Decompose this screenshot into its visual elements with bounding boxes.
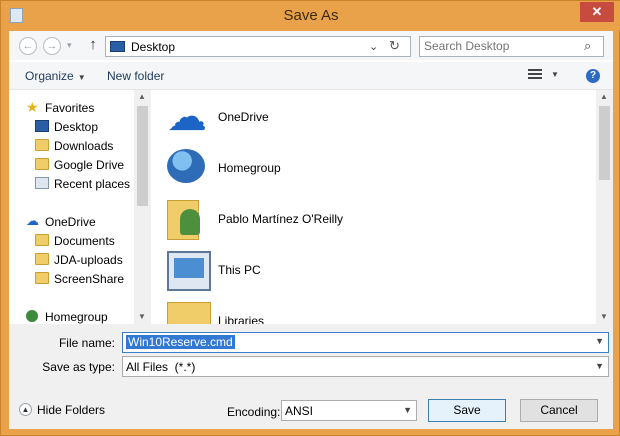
folder-icon <box>35 272 49 284</box>
list-item[interactable]: Homegroup <box>167 147 587 193</box>
nav-item-favorites[interactable]: ★ Favorites <box>9 99 134 117</box>
hide-folders-button[interactable]: ▲ Hide Folders <box>19 401 119 419</box>
save-as-type-value: All Files (*.*) <box>126 360 196 374</box>
encoding-select[interactable]: ANSI ▼ <box>281 400 417 421</box>
nav-item-label: OneDrive <box>45 215 96 229</box>
chevron-up-icon: ▲ <box>19 403 32 416</box>
nav-item-label: Downloads <box>54 139 114 153</box>
navigation-pane: ★ Favorites Desktop Downloads Google Dri… <box>9 90 151 324</box>
folder-icon <box>35 253 49 265</box>
list-item[interactable]: This PC <box>167 249 587 295</box>
nav-item-label: Documents <box>54 234 115 248</box>
nav-item-label: Favorites <box>45 101 95 115</box>
nav-item-label: Recent places <box>54 177 131 191</box>
list-item-label: OneDrive <box>218 110 269 124</box>
address-location[interactable]: Desktop <box>131 40 175 54</box>
encoding-label: Encoding: <box>227 405 281 419</box>
libraries-icon <box>167 302 211 324</box>
save-as-type-select[interactable]: All Files (*.*) ▼ <box>122 356 609 377</box>
scroll-thumb[interactable] <box>137 106 148 206</box>
file-name-value[interactable]: Win10Reserve.cmd <box>126 335 235 349</box>
close-button[interactable]: ✕ <box>580 2 614 22</box>
encoding-value: ANSI <box>285 404 314 418</box>
nav-item-label: Desktop <box>54 120 99 134</box>
scroll-up-icon[interactable]: ▲ <box>138 92 146 101</box>
list-item-label: Homegroup <box>218 161 281 175</box>
dialog-body: ← → ▾ ↑ Desktop ⌄ ↻ ⌕ Organize▼ New fold… <box>9 31 613 429</box>
save-button[interactable]: Save <box>428 399 506 422</box>
back-button[interactable]: ← <box>19 37 37 55</box>
nav-item-documents[interactable]: Documents <box>9 232 134 250</box>
file-list-scrollbar[interactable]: ▲ ▼ <box>596 90 613 324</box>
folder-icon <box>35 234 49 246</box>
folder-icon <box>35 139 49 151</box>
save-form: File name: Win10Reserve.cmd ▼ Save as ty… <box>9 324 613 429</box>
save-as-type-label: Save as type: <box>42 360 115 374</box>
chevron-down-icon[interactable]: ▼ <box>595 336 604 346</box>
nav-item-screenshare[interactable]: ScreenShare <box>9 270 134 288</box>
file-name-field[interactable]: Win10Reserve.cmd ▼ <box>122 332 609 353</box>
nav-pane-scrollbar[interactable]: ▲ ▼ <box>134 90 151 324</box>
desktop-icon <box>110 41 125 52</box>
view-options-dropdown[interactable]: ▼ <box>551 70 559 79</box>
change-view-icon[interactable] <box>528 69 542 81</box>
nav-item-label: Google Drive <box>54 158 125 172</box>
list-item[interactable]: ☁ OneDrive <box>167 96 587 142</box>
new-folder-button[interactable]: New folder <box>107 69 164 83</box>
forward-button[interactable]: → <box>43 37 61 55</box>
scroll-down-icon[interactable]: ▼ <box>600 312 608 321</box>
nav-item-label: Homegroup <box>45 310 108 324</box>
organize-label: Organize <box>25 69 74 83</box>
nav-item-downloads[interactable]: Downloads <box>9 137 134 155</box>
list-item[interactable]: Libraries <box>167 300 587 324</box>
list-item[interactable]: Pablo Martínez O'Reilly <box>167 198 587 244</box>
title-bar: Save As ✕ <box>1 1 620 30</box>
nav-item-label: ScreenShare <box>54 272 125 286</box>
scroll-down-icon[interactable]: ▼ <box>138 312 146 321</box>
address-dropdown-icon[interactable]: ⌄ <box>369 40 378 53</box>
file-name-label: File name: <box>58 336 115 350</box>
address-bar[interactable]: Desktop ⌄ ↻ <box>105 36 411 57</box>
desktop-icon <box>35 120 49 132</box>
chevron-down-icon: ▼ <box>77 73 86 82</box>
file-list: ☁ OneDrive Homegroup Pablo Martínez O'Re… <box>151 90 613 324</box>
save-as-dialog: Save As ✕ ← → ▾ ↑ Desktop ⌄ ↻ ⌕ Organize… <box>0 0 620 436</box>
nav-item-onedrive[interactable]: ☁ OneDrive <box>9 213 134 231</box>
onedrive-icon: ☁ <box>167 95 207 139</box>
up-folder-button[interactable]: ↑ <box>85 36 101 54</box>
cancel-button[interactable]: Cancel <box>520 399 598 422</box>
chevron-down-icon[interactable]: ▼ <box>595 361 604 371</box>
command-bar: Organize ▼ New folder ▼ ? <box>9 62 613 90</box>
list-item-label: This PC <box>218 263 261 277</box>
nav-item-jda-uploads[interactable]: JDA-uploads <box>9 251 134 269</box>
nav-item-desktop[interactable]: Desktop <box>9 118 134 136</box>
help-icon[interactable]: ? <box>586 69 600 83</box>
address-row: ← → ▾ ↑ Desktop ⌄ ↻ ⌕ <box>9 31 613 60</box>
nav-item-label: JDA-uploads <box>54 253 123 267</box>
list-item-label: Libraries <box>218 314 265 324</box>
search-box[interactable]: ⌕ <box>419 36 604 57</box>
refresh-icon[interactable]: ↻ <box>389 38 400 54</box>
nav-item-homegroup[interactable]: Homegroup <box>9 308 134 324</box>
homegroup-icon <box>167 149 205 183</box>
search-input[interactable] <box>424 39 574 53</box>
computer-icon <box>167 251 211 291</box>
nav-item-recent-places[interactable]: Recent places <box>9 175 134 193</box>
scroll-up-icon[interactable]: ▲ <box>600 92 608 101</box>
chevron-down-icon[interactable]: ▼ <box>403 405 412 415</box>
user-folder-icon <box>167 200 200 240</box>
window-title: Save As <box>283 7 339 24</box>
star-icon: ★ <box>26 99 39 115</box>
hide-folders-label: Hide Folders <box>37 403 106 417</box>
nav-item-google-drive[interactable]: Google Drive <box>9 156 134 174</box>
homegroup-icon <box>26 310 38 322</box>
cloud-icon: ☁ <box>26 213 39 228</box>
recent-locations-dropdown[interactable]: ▾ <box>67 40 72 51</box>
recent-places-icon <box>35 177 49 189</box>
list-item-label: Pablo Martínez O'Reilly <box>218 212 344 226</box>
scroll-thumb[interactable] <box>599 106 610 180</box>
organize-menu[interactable]: Organize ▼ <box>25 69 86 83</box>
folder-icon <box>35 158 49 170</box>
search-icon[interactable]: ⌕ <box>584 38 591 54</box>
